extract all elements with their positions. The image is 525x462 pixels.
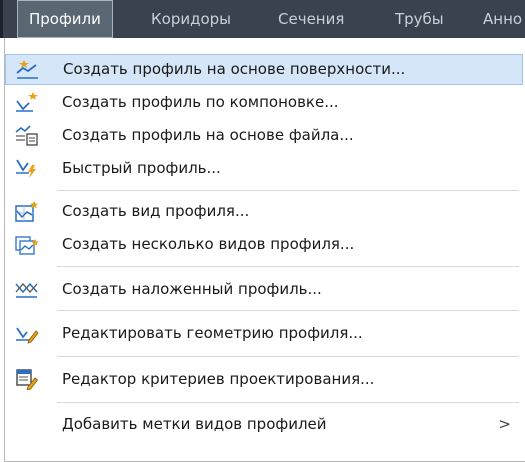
profile-from-file-icon	[15, 124, 39, 146]
menu-item-label: Быстрый профиль...	[62, 159, 221, 177]
menu-item-label: Создать профиль на основе поверхности...	[63, 60, 406, 78]
menu-item-label: Создать наложенный профиль...	[62, 280, 322, 298]
menu-item-label: Редактор критериев проектирования...	[62, 370, 375, 388]
menu-item-create-profile-view[interactable]: Создать вид профиля...	[5, 196, 523, 227]
menu-item-create-profile-from-surface[interactable]: Создать профиль на основе поверхности...	[5, 54, 523, 85]
design-criteria-editor-icon	[15, 368, 39, 391]
profile-by-layout-icon	[15, 91, 39, 113]
quick-profile-icon	[15, 157, 39, 179]
menu-item-label: Создать профиль по компоновке...	[62, 93, 339, 111]
menu-item-label: Создать вид профиля...	[62, 202, 250, 220]
edit-profile-geometry-icon	[15, 322, 39, 344]
menubar-item-sections[interactable]: Сечения	[278, 0, 344, 38]
menu-item-create-profile-from-file[interactable]: Создать профиль на основе файла...	[5, 120, 523, 151]
menubar-item-annotate[interactable]: Анно	[483, 0, 522, 38]
menu-separator	[57, 310, 519, 311]
menu-item-create-profile-by-layout[interactable]: Создать профиль по компоновке...	[5, 87, 523, 118]
menu-separator	[57, 266, 519, 267]
menu-separator	[57, 190, 519, 191]
create-multiple-profile-views-icon	[15, 233, 39, 255]
profiles-dropdown-menu: Создать профиль на основе поверхности...…	[4, 38, 525, 462]
superimposed-profile-icon	[15, 278, 39, 300]
menu-item-label: Добавить метки видов профилей	[62, 415, 327, 433]
menu-item-label: Создать несколько видов профиля...	[62, 235, 355, 253]
menu-separator	[57, 402, 519, 403]
menubar-item-profiles[interactable]: Профили	[17, 0, 113, 38]
menu-item-design-criteria-editor[interactable]: Редактор критериев проектирования...	[5, 364, 523, 395]
menubar-item-pipes[interactable]: Трубы	[395, 0, 444, 38]
menu-item-create-multiple-profile-views[interactable]: Создать несколько видов профиля...	[5, 229, 523, 260]
profile-from-surface-icon	[16, 59, 40, 81]
menubar-item-corridors[interactable]: Коридоры	[151, 0, 231, 38]
menu-item-label: Создать профиль на основе файла...	[62, 126, 354, 144]
menu-separator	[57, 356, 519, 357]
menu-item-edit-profile-geometry[interactable]: Редактировать геометрию профиля...	[5, 318, 523, 349]
menu-item-add-profile-view-labels[interactable]: Добавить метки видов профилей >	[5, 409, 523, 440]
create-profile-view-icon	[15, 200, 39, 222]
application-window: Профили Коридоры Сечения Трубы Анно Созд…	[0, 0, 525, 462]
menu-bar: Профили Коридоры Сечения Трубы Анно	[0, 0, 525, 38]
submenu-arrow-icon: >	[498, 415, 511, 433]
menu-item-create-superimposed-profile[interactable]: Создать наложенный профиль...	[5, 274, 523, 305]
menu-item-quick-profile[interactable]: Быстрый профиль...	[5, 153, 523, 184]
menu-item-label: Редактировать геометрию профиля...	[62, 324, 363, 342]
